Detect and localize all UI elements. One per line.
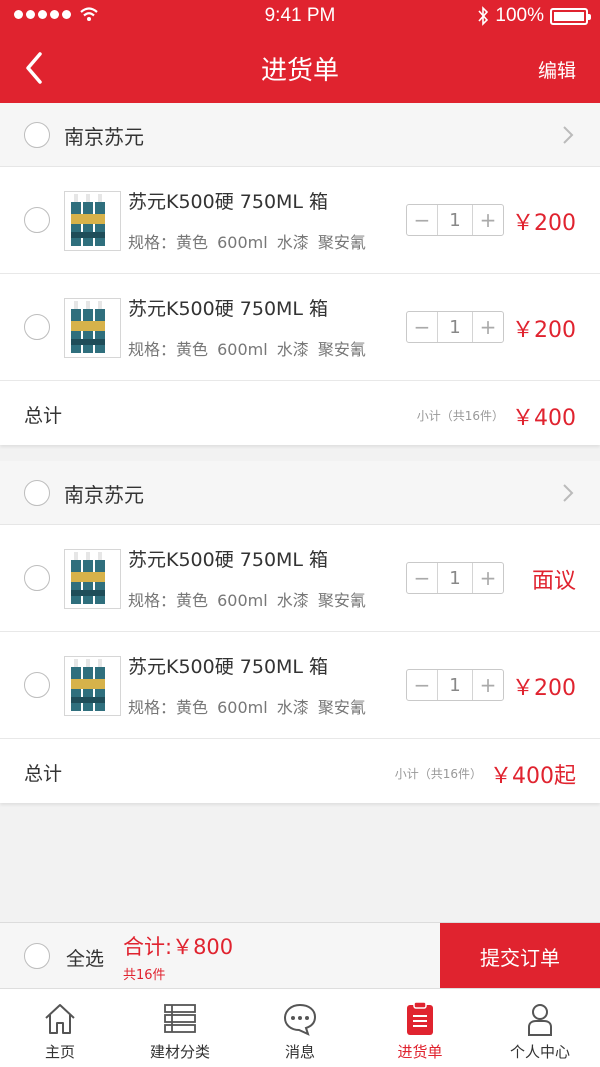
tab-label: 消息 <box>284 1043 315 1061</box>
submit-order-button[interactable]: 提交订单 <box>440 923 600 989</box>
list-icon <box>164 1004 196 1033</box>
item-title: 苏元K500硬 750ML 箱 <box>128 549 329 571</box>
chat-icon <box>283 1003 317 1036</box>
tab-categories[interactable]: 建材分类 <box>120 989 240 1067</box>
shop-group: 南京苏元 苏元K500硬 750ML 箱 规格：黄色 600ml 水漆 聚安氰 … <box>0 461 600 803</box>
cart-item: 苏元K500硬 750ML 箱 规格：黄色 600ml 水漆 聚安氰 − 1 +… <box>0 525 600 632</box>
status-bar: 9:41 PM 100% <box>0 0 600 34</box>
cart-item: 苏元K500硬 750ML 箱 规格：黄色 600ml 水漆 聚安氰 − 1 +… <box>0 167 600 274</box>
status-right: 100% <box>477 5 591 27</box>
product-image[interactable] <box>64 191 121 251</box>
product-image[interactable] <box>64 656 121 716</box>
item-title: 苏元K500硬 750ML 箱 <box>128 191 329 213</box>
battery-percent: 100% <box>495 5 544 26</box>
increase-button[interactable]: + <box>473 205 503 235</box>
shop-header[interactable]: 南京苏元 <box>0 461 600 525</box>
quantity-value[interactable]: 1 <box>437 312 473 342</box>
item-price: ￥200 <box>512 318 576 343</box>
tab-messages[interactable]: 消息 <box>240 989 360 1067</box>
product-image[interactable] <box>64 549 121 609</box>
decrease-button[interactable]: − <box>407 563 437 593</box>
shop-select-radio[interactable] <box>24 122 50 148</box>
quantity-value[interactable]: 1 <box>437 670 473 700</box>
shop-group: 南京苏元 苏元K500硬 750ML 箱 规格：黄色 600ml 水漆 聚安氰 … <box>0 103 600 445</box>
item-select-radio[interactable] <box>24 672 50 698</box>
total-amount: ￥400起 <box>490 764 576 789</box>
battery-icon <box>550 7 591 25</box>
tab-label: 进货单 <box>397 1043 443 1061</box>
increase-button[interactable]: + <box>473 312 503 342</box>
cart-item: 苏元K500硬 750ML 箱 规格：黄色 600ml 水漆 聚安氰 − 1 +… <box>0 632 600 739</box>
decrease-button[interactable]: − <box>407 312 437 342</box>
tab-purchase-order[interactable]: 进货单 <box>360 989 480 1067</box>
total-amount: ￥400 <box>512 406 576 431</box>
group-total: 总计 小计（共16件） ￥400 <box>0 381 600 445</box>
tab-label: 主页 <box>44 1043 75 1061</box>
shop-header[interactable]: 南京苏元 <box>0 103 600 167</box>
shop-select-radio[interactable] <box>24 480 50 506</box>
tab-profile[interactable]: 个人中心 <box>480 989 600 1067</box>
quantity-stepper: − 1 + <box>406 562 504 594</box>
increase-button[interactable]: + <box>473 670 503 700</box>
item-title: 苏元K500硬 750ML 箱 <box>128 656 329 678</box>
chevron-right-icon <box>563 126 574 144</box>
sum-count: 共16件 <box>123 968 166 983</box>
item-spec: 规格：黄色 600ml 水漆 聚安氰 <box>128 698 366 717</box>
item-spec: 规格：黄色 600ml 水漆 聚安氰 <box>128 233 366 252</box>
item-spec: 规格：黄色 600ml 水漆 聚安氰 <box>128 340 366 359</box>
tab-label: 个人中心 <box>509 1043 570 1061</box>
tab-label: 建材分类 <box>149 1043 210 1061</box>
quantity-value[interactable]: 1 <box>437 563 473 593</box>
header: 9:41 PM 100% 进货单 编辑 <box>0 0 600 103</box>
item-price: ￥200 <box>512 676 576 701</box>
sum-total: 合计:￥800 <box>123 935 234 959</box>
shop-name: 南京苏元 <box>64 125 144 149</box>
select-all-label[interactable]: 全选 <box>66 944 104 971</box>
home-icon <box>45 1004 75 1034</box>
tab-home[interactable]: 主页 <box>0 989 120 1067</box>
product-image[interactable] <box>64 298 121 358</box>
item-select-radio[interactable] <box>24 565 50 591</box>
edit-button[interactable]: 编辑 <box>538 56 576 83</box>
item-spec: 规格：黄色 600ml 水漆 聚安氰 <box>128 591 366 610</box>
group-total: 总计 小计（共16件） ￥400起 <box>0 739 600 803</box>
chevron-right-icon <box>563 484 574 502</box>
item-title: 苏元K500硬 750ML 箱 <box>128 298 329 320</box>
total-subtitle: 小计（共16件） <box>394 767 482 781</box>
page-title: 进货单 <box>260 56 339 86</box>
decrease-button[interactable]: − <box>407 670 437 700</box>
item-select-radio[interactable] <box>24 314 50 340</box>
bluetooth-icon <box>478 6 489 26</box>
user-icon <box>528 1004 552 1036</box>
clipboard-icon <box>407 1001 433 1035</box>
item-select-radio[interactable] <box>24 207 50 233</box>
shop-name: 南京苏元 <box>64 483 144 507</box>
checkout-bar: 全选 合计:￥800 共16件 提交订单 <box>0 922 600 989</box>
item-price: 面议 <box>531 569 576 594</box>
total-label: 总计 <box>24 763 63 785</box>
quantity-value[interactable]: 1 <box>437 205 473 235</box>
total-label: 总计 <box>24 405 63 427</box>
select-all-radio[interactable] <box>24 943 50 969</box>
total-subtitle: 小计（共16件） <box>416 409 504 423</box>
increase-button[interactable]: + <box>473 563 503 593</box>
nav-bar: 进货单 编辑 <box>0 34 600 103</box>
quantity-stepper: − 1 + <box>406 311 504 343</box>
tab-bar: 主页 建材分类 消息 进货单 个人中心 <box>0 988 600 1067</box>
item-price: ￥200 <box>512 211 576 236</box>
quantity-stepper: − 1 + <box>406 669 504 701</box>
cart-item: 苏元K500硬 750ML 箱 规格：黄色 600ml 水漆 聚安氰 − 1 +… <box>0 274 600 381</box>
decrease-button[interactable]: − <box>407 205 437 235</box>
quantity-stepper: − 1 + <box>406 204 504 236</box>
